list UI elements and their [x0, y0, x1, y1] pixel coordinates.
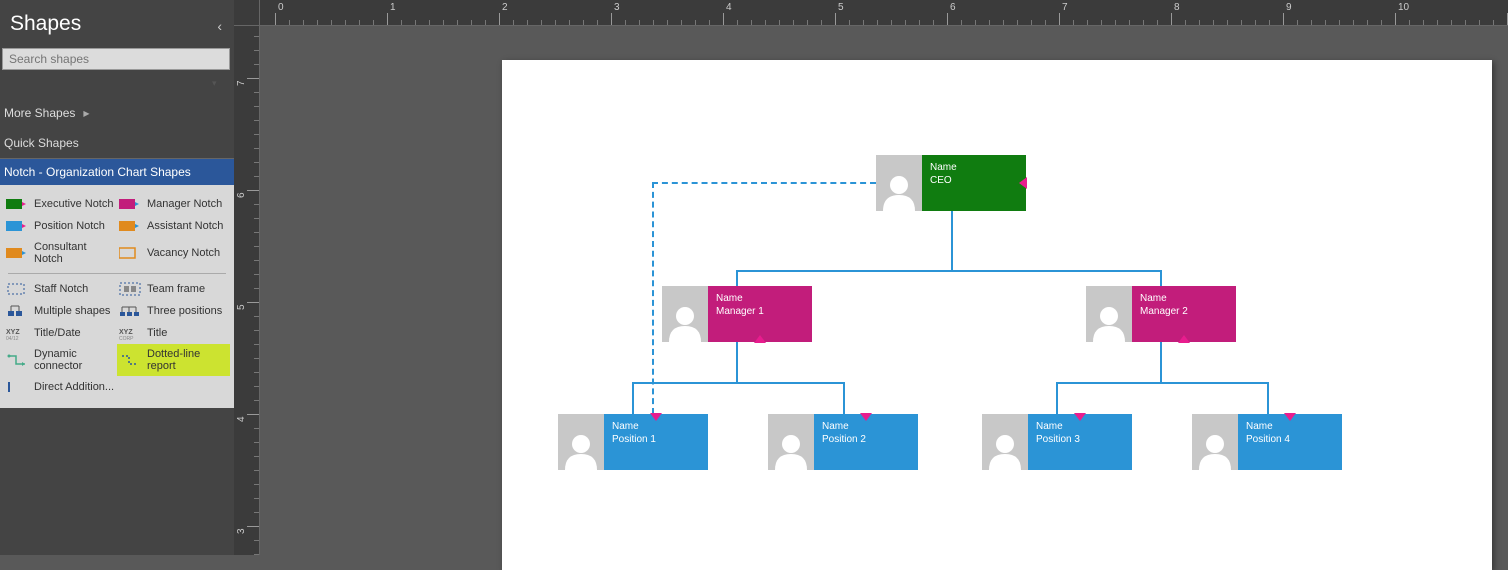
node-title: Position 2: [822, 433, 910, 446]
vertical-ruler: 876543: [234, 26, 260, 555]
drawing-canvas[interactable]: 01234567891011 876543 Name CEO: [234, 0, 1508, 555]
vacancy-notch-icon: [119, 246, 141, 260]
shapes-sidebar: Shapes ‹ ▾ More Shapes ▶ Quick Shapes No…: [0, 0, 234, 555]
shape-staff-notch[interactable]: Staff Notch: [4, 278, 117, 300]
connector-line: [1160, 270, 1162, 286]
three-positions-icon: [119, 304, 141, 318]
node-title: Position 1: [612, 433, 700, 446]
node-title: Manager 2: [1140, 305, 1228, 318]
ruler-corner: [234, 0, 260, 26]
node-title: Position 4: [1246, 433, 1334, 446]
connector-line: [736, 342, 738, 382]
connector-line: [632, 382, 634, 414]
position-notch-icon: [6, 219, 28, 233]
executive-notch-icon: [6, 197, 28, 211]
avatar-placeholder-icon: [1086, 286, 1132, 342]
search-shapes-input[interactable]: [2, 48, 230, 70]
divider: [8, 273, 226, 274]
connector-line: [843, 382, 845, 414]
org-node-manager2[interactable]: NameManager 2: [1086, 286, 1236, 342]
multiple-shapes-icon: [6, 304, 28, 318]
avatar-placeholder-icon: [662, 286, 708, 342]
connector-line: [632, 382, 845, 384]
assistant-notch-icon: [119, 219, 141, 233]
quick-shapes-link[interactable]: Quick Shapes: [0, 128, 234, 158]
node-title: Position 3: [1036, 433, 1124, 446]
shape-direct-addition[interactable]: Direct Addition...: [4, 376, 117, 398]
shape-title-date[interactable]: XYZ04/12 Title/Date: [4, 322, 117, 344]
shape-executive-notch[interactable]: Executive Notch: [4, 193, 117, 215]
svg-text:XYZ: XYZ: [119, 329, 133, 336]
shapes-list: Executive Notch Manager Notch Position N…: [0, 185, 234, 408]
shape-team-frame[interactable]: Team frame: [117, 278, 230, 300]
title-date-icon: XYZ04/12: [6, 326, 28, 340]
node-name: Name: [1246, 420, 1334, 433]
shape-vacancy-notch[interactable]: Vacancy Notch: [117, 237, 230, 269]
org-node-position2[interactable]: NamePosition 2: [768, 414, 918, 470]
connector-line: [1056, 382, 1058, 414]
node-name: Name: [822, 420, 910, 433]
connector-line: [1267, 382, 1269, 414]
node-title: Manager 1: [716, 305, 804, 318]
shape-three-positions[interactable]: Three positions: [117, 300, 230, 322]
shapes-panel-title: Shapes: [0, 0, 234, 44]
team-frame-icon: [119, 282, 141, 296]
shape-consultant-notch[interactable]: Consultant Notch: [4, 237, 117, 269]
direct-addition-icon: [6, 380, 28, 394]
shape-manager-notch[interactable]: Manager Notch: [117, 193, 230, 215]
node-name: Name: [716, 292, 804, 305]
connector-line: [736, 270, 738, 286]
shape-title[interactable]: XYZCORP Title: [117, 322, 230, 344]
dotted-connector: [652, 182, 654, 414]
title-icon: XYZCORP: [119, 326, 141, 340]
chevron-right-icon: ▶: [83, 109, 89, 118]
avatar-placeholder-icon: [558, 414, 604, 470]
org-node-position4[interactable]: NamePosition 4: [1192, 414, 1342, 470]
search-dropdown-icon[interactable]: ▾: [212, 78, 224, 90]
svg-text:CORP: CORP: [119, 336, 134, 340]
node-title: CEO: [930, 174, 1018, 187]
staff-notch-icon: [6, 282, 28, 296]
shape-dynamic-connector[interactable]: Dynamic connector: [4, 344, 117, 376]
org-node-position3[interactable]: NamePosition 3: [982, 414, 1132, 470]
dynamic-connector-icon: [6, 353, 28, 367]
more-shapes-link[interactable]: More Shapes ▶: [0, 98, 234, 128]
collapse-chevron-icon[interactable]: ‹: [217, 18, 222, 34]
svg-text:XYZ: XYZ: [6, 329, 20, 336]
avatar-placeholder-icon: [876, 155, 922, 211]
org-node-manager1[interactable]: NameManager 1: [662, 286, 812, 342]
dotted-line-icon: [119, 353, 141, 367]
node-name: Name: [1140, 292, 1228, 305]
drawing-page[interactable]: Name CEO NameManager 1 NameManager 2 Nam…: [502, 60, 1492, 570]
consultant-notch-icon: [6, 246, 28, 260]
shape-position-notch[interactable]: Position Notch: [4, 215, 117, 237]
avatar-placeholder-icon: [1192, 414, 1238, 470]
svg-text:04/12: 04/12: [6, 336, 19, 340]
node-name: Name: [612, 420, 700, 433]
stencil-header[interactable]: Notch - Organization Chart Shapes: [0, 158, 234, 185]
horizontal-ruler: 01234567891011: [260, 0, 1508, 26]
connector-line: [1160, 342, 1162, 382]
shape-assistant-notch[interactable]: Assistant Notch: [117, 215, 230, 237]
org-node-position1[interactable]: NamePosition 1: [558, 414, 708, 470]
shape-multiple-shapes[interactable]: Multiple shapes: [4, 300, 117, 322]
org-node-ceo[interactable]: Name CEO: [876, 155, 1026, 211]
node-name: Name: [930, 161, 1018, 174]
node-name: Name: [1036, 420, 1124, 433]
avatar-placeholder-icon: [768, 414, 814, 470]
shape-dotted-line-report[interactable]: Dotted-line report: [117, 344, 230, 376]
dotted-connector: [652, 182, 876, 184]
connector-line: [951, 211, 953, 271]
connector-line: [736, 270, 1161, 272]
manager-notch-icon: [119, 197, 141, 211]
connector-line: [1056, 382, 1269, 384]
avatar-placeholder-icon: [982, 414, 1028, 470]
